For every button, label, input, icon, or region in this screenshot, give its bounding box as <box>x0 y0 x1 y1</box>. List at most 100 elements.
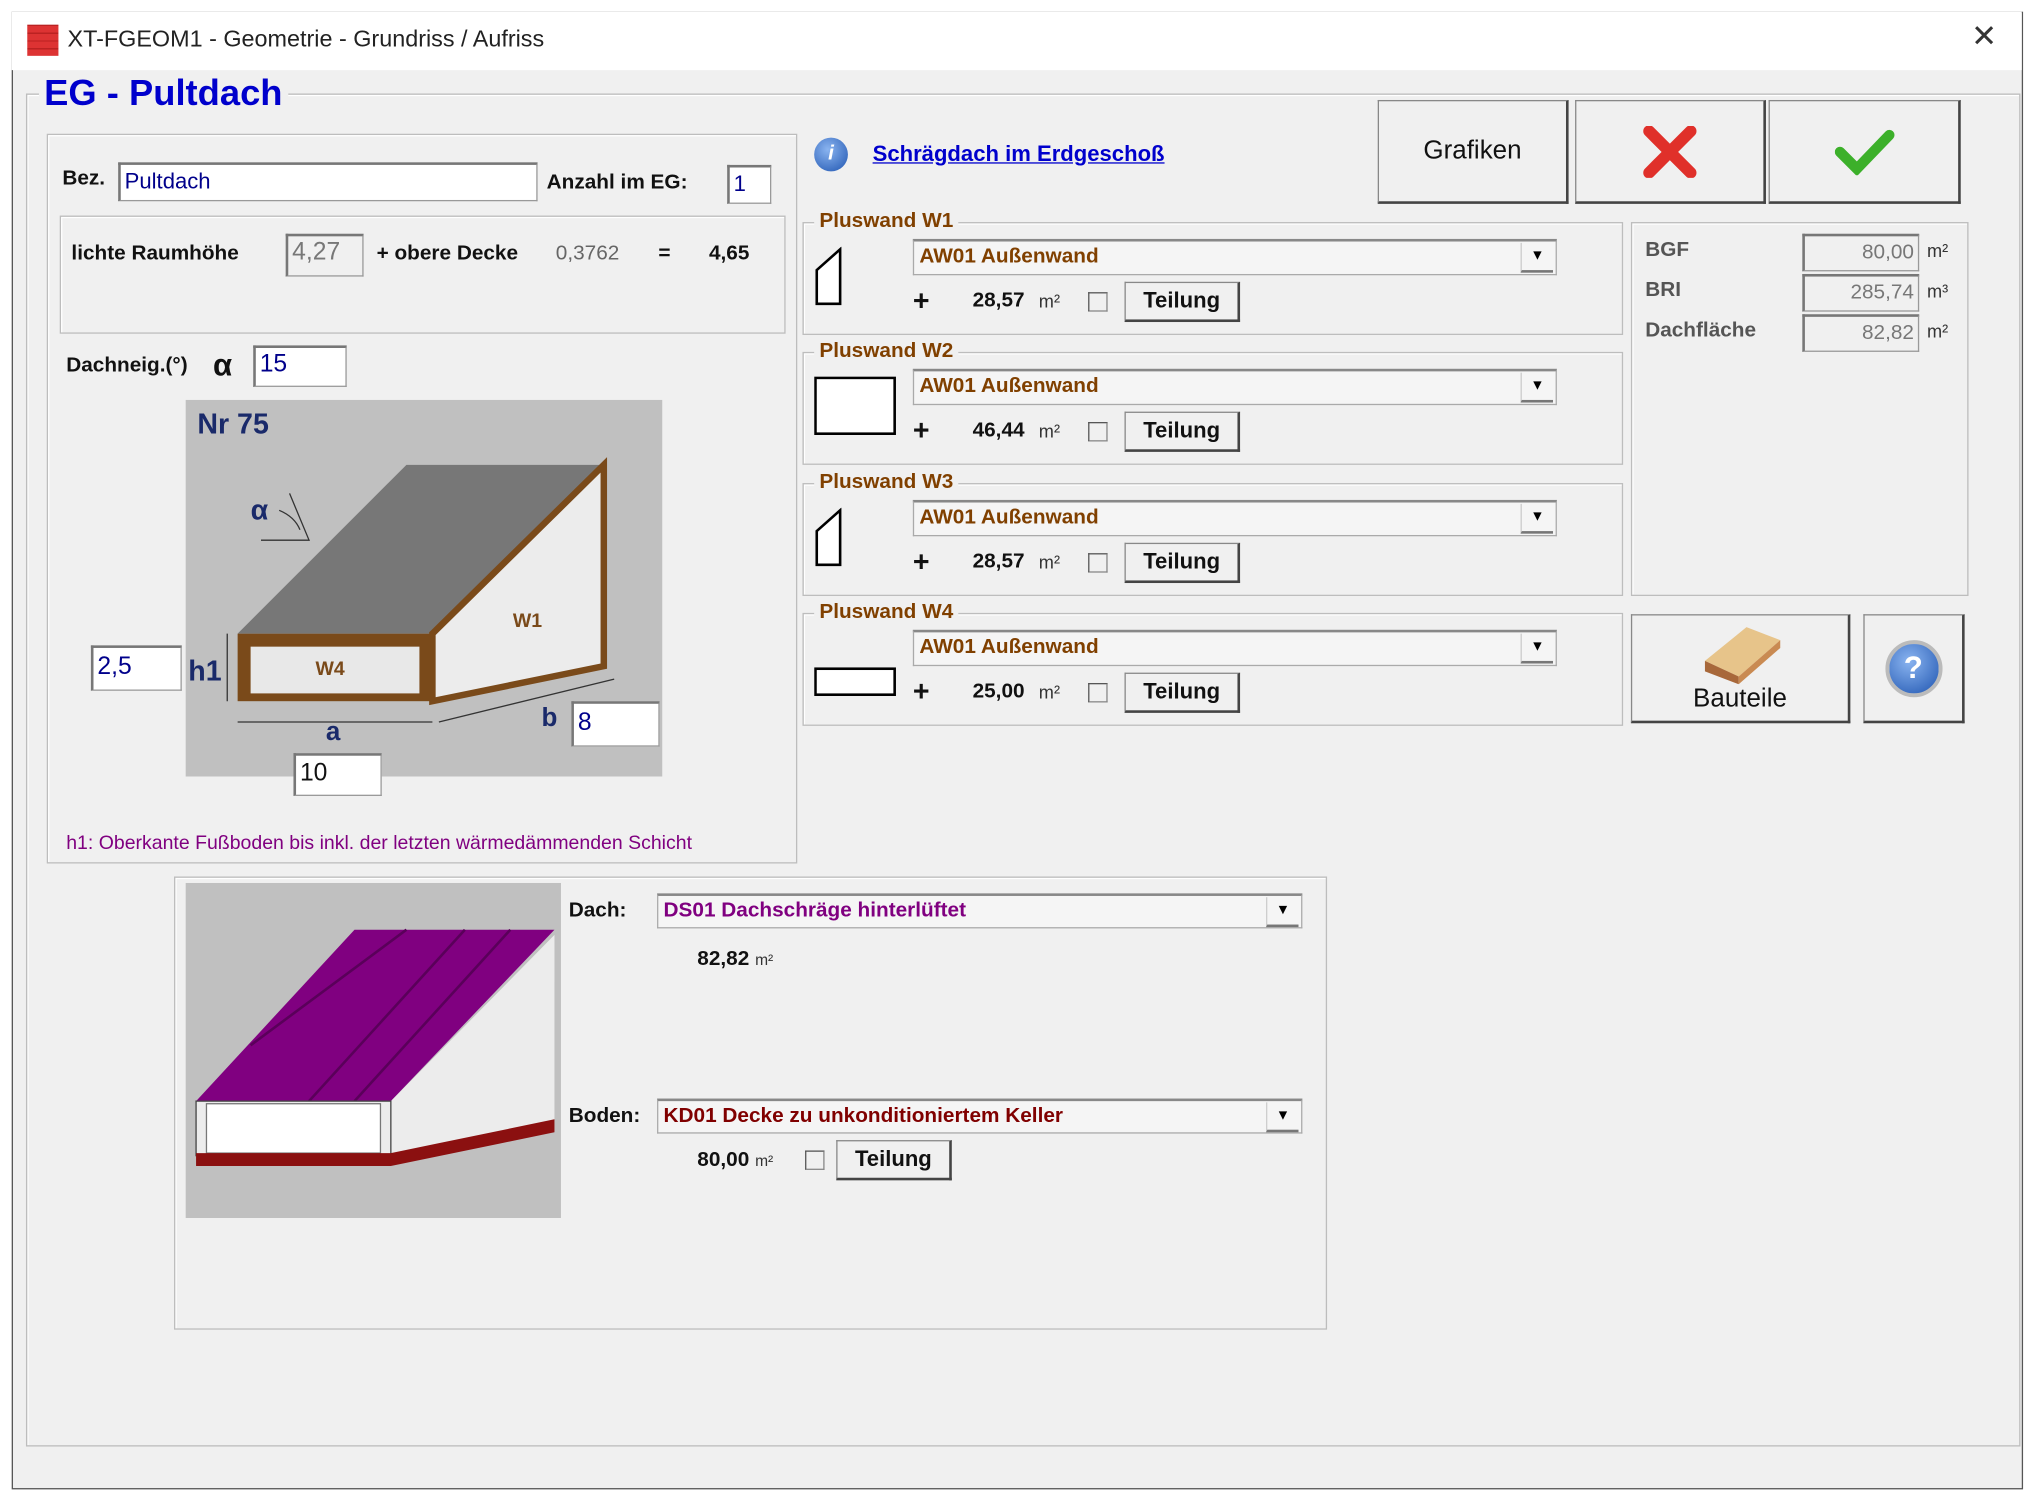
dach-label: Dach: <box>568 899 627 922</box>
roof-floor-diagram <box>185 882 561 1218</box>
wall-type-value: AW01 Außenwand <box>919 375 1099 398</box>
stat-value: 80,00 <box>1802 233 1920 272</box>
wall-type-value: AW01 Außenwand <box>919 506 1099 529</box>
wall-area-unit: m² <box>1038 420 1061 442</box>
wall-teilung-button[interactable]: Teilung <box>1124 542 1241 584</box>
boden-teilung-checkbox[interactable] <box>805 1150 825 1170</box>
wall-teilung-button[interactable]: Teilung <box>1124 281 1241 323</box>
wall-teilung-button[interactable]: Teilung <box>1124 672 1241 713</box>
stat-label: BRI <box>1645 279 1681 302</box>
bauteile-button[interactable]: Bauteile <box>1630 614 1851 724</box>
chevron-down-icon[interactable]: ▼ <box>1520 633 1554 664</box>
wall-shape-icon <box>814 376 897 443</box>
stat-label: Dachfläche <box>1645 319 1757 342</box>
pluswand-title: Pluswand W4 <box>814 601 959 625</box>
h1-input[interactable]: 2,5 <box>90 645 182 691</box>
dach-dropdown[interactable]: DS01 Dachschräge hinterlüftet ▼ <box>657 893 1303 929</box>
diagram-alpha: α <box>250 493 269 526</box>
chevron-down-icon[interactable]: ▼ <box>1266 1102 1299 1133</box>
window-title: XT-FGEOM1 - Geometrie - Grundriss / Aufr… <box>67 25 545 52</box>
b-input[interactable]: 8 <box>571 701 660 747</box>
pluswand-title: Pluswand W3 <box>814 471 959 495</box>
brick-icon <box>1704 627 1781 685</box>
anzahl-label: Anzahl im EG: <box>546 171 688 194</box>
close-icon[interactable]: ✕ <box>1971 18 1997 56</box>
stat-unit: m² <box>1926 320 1949 342</box>
dachneig-label: Dachneig.(°) <box>66 354 188 377</box>
pluswand-title: Pluswand W2 <box>814 340 959 364</box>
red-x-icon <box>1643 125 1697 178</box>
cancel-button[interactable] <box>1575 99 1766 204</box>
wall-area: 46,44 <box>972 419 1025 442</box>
chevron-down-icon[interactable]: ▼ <box>1520 372 1554 403</box>
boden-label: Boden: <box>568 1105 641 1128</box>
wall-teilung-checkbox[interactable] <box>1088 422 1108 442</box>
info-icon: i <box>814 137 848 172</box>
bauteile-label: Bauteile <box>1693 684 1787 713</box>
raumhoehe-input[interactable]: 4,27 <box>285 233 364 277</box>
plus-sign: + <box>912 284 930 317</box>
wall-type-dropdown[interactable]: AW01 Außenwand ▼ <box>912 238 1557 276</box>
green-check-icon <box>1834 129 1894 175</box>
wall-type-dropdown[interactable]: AW01 Außenwand ▼ <box>912 368 1557 406</box>
obere-decke-label: + obere Decke <box>376 242 519 265</box>
wall-teilung-checkbox[interactable] <box>1088 292 1108 312</box>
stat-value: 285,74 <box>1802 273 1920 312</box>
diagram-w4: W4 <box>315 658 345 681</box>
help-button[interactable]: ? <box>1863 614 1965 724</box>
app-brick-icon <box>27 24 59 56</box>
section-title: EG - Pultdach <box>38 72 288 115</box>
anzahl-input[interactable]: 1 <box>727 164 772 204</box>
chevron-down-icon[interactable]: ▼ <box>1266 897 1299 928</box>
stat-unit: m³ <box>1926 280 1949 302</box>
stat-label: BGF <box>1645 238 1690 261</box>
grafiken-button[interactable]: Grafiken <box>1377 99 1569 204</box>
chevron-down-icon[interactable]: ▼ <box>1520 503 1554 534</box>
wall-type-dropdown[interactable]: AW01 Außenwand ▼ <box>912 629 1557 667</box>
dach-value: DS01 Dachschräge hinterlüftet <box>663 899 967 922</box>
height-box <box>59 215 786 334</box>
ok-button[interactable] <box>1768 99 1961 204</box>
wall-area-unit: m² <box>1038 290 1061 312</box>
boden-area: 80,00 m² <box>697 1149 774 1172</box>
wall-type-dropdown[interactable]: AW01 Außenwand ▼ <box>912 499 1557 537</box>
chevron-down-icon[interactable]: ▼ <box>1520 242 1554 273</box>
dachneig-input[interactable]: 15 <box>253 345 347 387</box>
pluswand-title: Pluswand W1 <box>814 210 959 234</box>
wall-type-value: AW01 Außenwand <box>919 245 1099 268</box>
wall-type-value: AW01 Außenwand <box>919 636 1099 659</box>
wall-teilung-checkbox[interactable] <box>1088 553 1108 573</box>
plus-sign: + <box>912 414 930 447</box>
footnote: h1: Oberkante Fußboden bis inkl. der let… <box>66 832 692 855</box>
wall-area-unit: m² <box>1038 551 1061 573</box>
a-input[interactable]: 10 <box>293 753 382 796</box>
raumhoehe-label: lichte Raumhöhe <box>71 242 239 265</box>
diagram-w1: W1 <box>512 610 543 633</box>
diagram-b: b <box>541 703 558 733</box>
wall-shape-icon <box>814 507 845 574</box>
total-height: 4,65 <box>708 242 750 265</box>
wall-area: 28,57 <box>972 289 1025 312</box>
dach-area: 82,82 m² <box>697 947 774 970</box>
obere-decke-value: 0,3762 <box>555 242 620 265</box>
wall-shape-icon <box>814 638 897 704</box>
wall-teilung-button[interactable]: Teilung <box>1124 411 1241 452</box>
stat-unit: m² <box>1926 240 1949 261</box>
alpha-symbol: α <box>212 347 233 384</box>
diagram-nr: Nr 75 <box>197 407 269 441</box>
equals-sign: = <box>658 242 671 265</box>
boden-teilung-button[interactable]: Teilung <box>836 1140 952 1181</box>
wall-area: 25,00 <box>972 680 1025 703</box>
schraegdach-link[interactable]: Schrägdach im Erdgeschoß <box>873 142 1165 168</box>
help-icon: ? <box>1884 639 1942 697</box>
boden-dropdown[interactable]: KD01 Decke zu unkonditioniertem Keller ▼ <box>657 1098 1303 1134</box>
plus-sign: + <box>912 675 930 708</box>
wall-shape-icon <box>814 246 845 313</box>
stat-value: 82,82 <box>1802 314 1920 352</box>
bez-input[interactable]: Pultdach <box>118 162 538 202</box>
boden-value: KD01 Decke zu unkonditioniertem Keller <box>663 1105 1064 1128</box>
diagram-a: a <box>325 718 341 747</box>
wall-teilung-checkbox[interactable] <box>1088 683 1108 703</box>
wall-area: 28,57 <box>972 550 1025 573</box>
bez-label: Bez. <box>62 167 106 190</box>
